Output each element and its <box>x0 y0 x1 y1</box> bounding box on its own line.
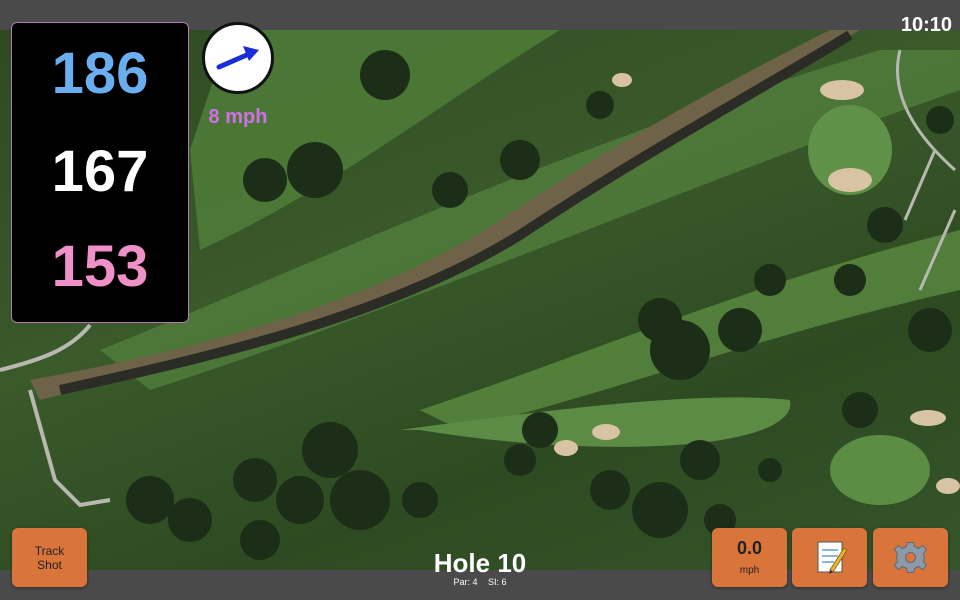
track-shot-label-line1: Track <box>34 544 65 558</box>
hole-title: Hole 10 <box>433 548 527 578</box>
speed-unit: mph <box>739 565 760 576</box>
gear-icon <box>893 542 928 573</box>
distance-back: 186 <box>51 41 149 106</box>
wind-direction-arrow-icon <box>216 46 259 70</box>
hole-par: Par: 4 <box>453 577 478 587</box>
track-shot-button[interactable]: Track Shot <box>12 528 87 587</box>
settings-button[interactable] <box>873 528 948 587</box>
clock: 10:10 <box>900 14 952 36</box>
speed-button[interactable]: 0.0 mph <box>712 528 787 587</box>
hole-info: Par: 4 SI: 6 <box>380 577 580 587</box>
notes-button[interactable] <box>792 528 867 587</box>
wind-indicator[interactable] <box>202 22 274 94</box>
notepad-icon <box>817 541 848 574</box>
distance-middle: 167 <box>51 139 149 204</box>
speed-value: 0.0 <box>736 538 763 558</box>
wind-speed-label: 8 mph <box>208 106 268 128</box>
distance-front: 153 <box>51 234 149 299</box>
hole-stroke-index: SI: 6 <box>488 577 507 587</box>
track-shot-label-line2: Shot <box>37 558 62 572</box>
distance-panel[interactable]: 186 167 153 <box>11 22 189 323</box>
